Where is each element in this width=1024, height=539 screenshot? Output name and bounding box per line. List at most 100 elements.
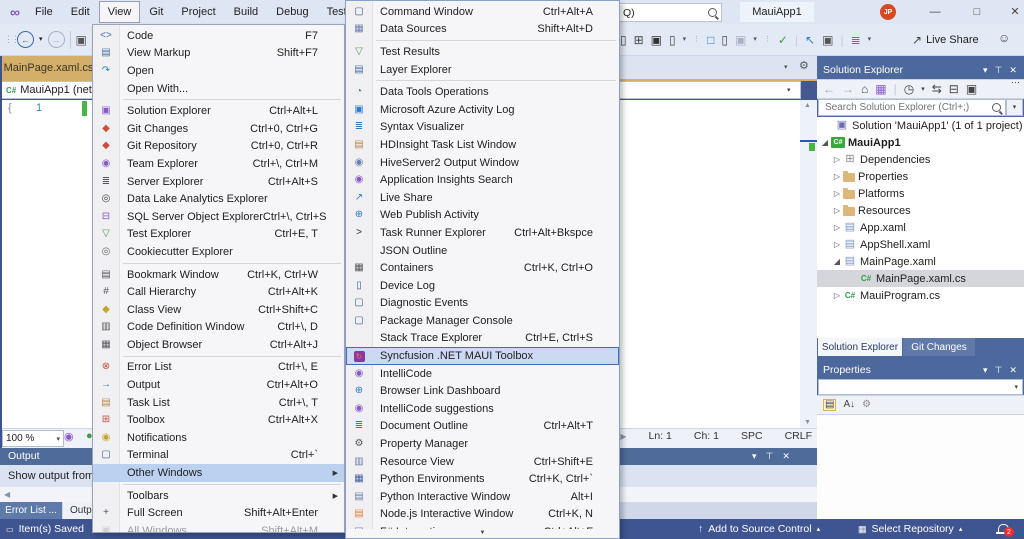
tree-row[interactable]: ▷ Platforms — [817, 185, 1024, 202]
menu-item[interactable]: > Task Runner Explorer Ctrl+Alt+Bkspce — [346, 224, 619, 242]
toolbar-icon[interactable]: | — [795, 34, 798, 46]
se-toolbar-icon[interactable]: ⌂ — [861, 83, 868, 95]
menu-item[interactable]: Open With... — [93, 80, 344, 98]
intellisense-icon[interactable]: ◉ — [64, 430, 74, 443]
toolbar-icon[interactable]: ▣ — [735, 34, 746, 46]
tree-row[interactable]: ◢ C# MauiApp1 — [817, 134, 1024, 151]
menu-bar-item[interactable]: File — [26, 1, 62, 23]
se-overflow-icon[interactable]: ⋯ — [1011, 77, 1020, 88]
menu-item[interactable]: ▥ Code Definition Window Ctrl+\, D — [93, 319, 344, 337]
se-toolbar-icon[interactable]: ▦ — [875, 83, 886, 95]
menu-item[interactable]: ◆ Git Repository Ctrl+0, Ctrl+R — [93, 138, 344, 156]
menu-item[interactable]: ◉ Team Explorer Ctrl+\, Ctrl+M — [93, 155, 344, 173]
split-window-icon[interactable]: + — [805, 82, 811, 94]
hscroll-left-icon[interactable]: ◀ — [4, 490, 10, 499]
expander-icon[interactable]: ▷ — [831, 223, 843, 232]
menu-item[interactable]: ▦ Python Environments Ctrl+K, Ctrl+` — [346, 470, 619, 488]
menu-item[interactable]: ◉ IntelliCode suggestions — [346, 400, 619, 418]
se-dropdown-icon[interactable]: ▾ — [983, 65, 988, 76]
expander-icon[interactable]: ▷ — [831, 189, 843, 198]
tree-row[interactable]: ▷ ▤ AppShell.xaml — [817, 236, 1024, 253]
editor-scrollbar[interactable]: ▲ ▼ — [800, 100, 817, 428]
toolbar-icon[interactable]: ⊞ — [634, 34, 644, 46]
menu-item[interactable]: ◉ Notifications — [93, 429, 344, 447]
menu-item[interactable]: ⚙ Property Manager — [346, 435, 619, 453]
menu-item[interactable]: + Full Screen Shift+Alt+Enter — [93, 504, 344, 522]
tab-options-gear-icon[interactable]: ⚙ — [799, 61, 809, 72]
add-to-source-control-button[interactable]: ↑ Add to Source Control ▴ — [698, 519, 820, 539]
expander-icon[interactable]: ▷ — [831, 155, 843, 164]
menu-item[interactable]: ↻ Syncfusion .NET MAUI Toolbox — [346, 347, 619, 365]
menu-item[interactable]: <> Code F7 — [93, 27, 344, 45]
menu-item[interactable]: ▤ Task List Ctrl+\, T — [93, 394, 344, 412]
menu-item[interactable]: ▤ Bookmark Window Ctrl+K, Ctrl+W — [93, 266, 344, 284]
menu-item[interactable]: Other Windows ▶ — [93, 464, 344, 482]
select-repository-button[interactable]: ▦ Select Repository ▴ — [858, 519, 962, 539]
toolbar-icon[interactable]: ↖ — [805, 34, 815, 46]
menu-item[interactable]: ▣ Microsoft Azure Activity Log — [346, 101, 619, 119]
navigate-back-icon[interactable]: ← — [17, 31, 34, 48]
se-toolbar-icon[interactable]: → — [842, 83, 854, 95]
hscroll-right-icon[interactable]: ▶ — [620, 432, 626, 441]
se-toolbar-icon[interactable]: ⇆ — [932, 83, 942, 95]
toolbar-icon[interactable]: ▾ — [753, 36, 757, 43]
tree-row[interactable]: ▷ ▤ App.xaml — [817, 219, 1024, 236]
tab-solution-explorer[interactable]: Solution Explorer — [818, 338, 902, 356]
menu-item[interactable]: ▤ Layer Explorer — [346, 61, 619, 79]
avatar[interactable]: JP — [880, 4, 896, 20]
menu-item[interactable]: ▽ Test Explorer Ctrl+E, T — [93, 226, 344, 244]
menu-item[interactable]: ◆ Git Changes Ctrl+0, Ctrl+G — [93, 120, 344, 138]
tree-row[interactable]: ▷ Resources — [817, 202, 1024, 219]
menu-bar-item[interactable]: View — [99, 1, 141, 23]
menu-item[interactable]: ◎ Data Lake Analytics Explorer — [93, 190, 344, 208]
menu-item[interactable]: ◆ Class View Ctrl+Shift+C — [93, 301, 344, 319]
menu-bar-item[interactable]: Edit — [62, 1, 99, 23]
scrollbar-up-icon[interactable]: ▲ — [804, 102, 811, 109]
menu-item[interactable]: ◉ HiveServer2 Output Window — [346, 154, 619, 172]
feedback-icon[interactable]: ☺ — [998, 32, 1010, 44]
tree-row[interactable]: ▷ Properties — [817, 168, 1024, 185]
new-file-icon[interactable]: ▣ — [76, 34, 87, 46]
minimize-button[interactable]: — — [920, 0, 950, 24]
solution-search[interactable] — [818, 99, 1006, 116]
expander-icon[interactable]: ▷ — [831, 291, 843, 300]
toolbar-icon[interactable]: ≣ — [851, 34, 861, 46]
properties-toolbar-icon[interactable]: ▤ — [823, 399, 836, 411]
maximize-button[interactable]: □ — [962, 0, 992, 24]
document-tab[interactable]: MainPage.xaml.cs — [2, 56, 95, 79]
menu-bar-item[interactable]: Build — [225, 1, 267, 23]
tab-git-changes[interactable]: Git Changes — [903, 338, 975, 356]
menu-item[interactable]: ▦ Data Sources Shift+Alt+D — [346, 21, 619, 39]
toolbar-icon[interactable]: □ — [707, 34, 714, 46]
tree-row[interactable]: C# MainPage.xaml.cs — [817, 270, 1024, 287]
tree-row[interactable]: ◢ ▤ MainPage.xaml — [817, 253, 1024, 270]
se-toolbar-icon[interactable]: ◷ — [904, 83, 914, 95]
solution-search-input[interactable] — [823, 101, 977, 114]
menu-item[interactable]: ▢ Diagnostic Events — [346, 295, 619, 313]
expander-icon[interactable]: ◢ — [819, 138, 831, 147]
menu-item[interactable]: ▢ Terminal Ctrl+` — [93, 447, 344, 465]
tree-row[interactable]: ▣ Solution 'MauiApp1' (1 of 1 project) — [817, 117, 1024, 134]
properties-toolbar-icon[interactable]: A↓ — [843, 400, 855, 410]
menu-item[interactable]: ▤ Node.js Interactive Window Ctrl+K, N — [346, 506, 619, 524]
menu-item[interactable]: Toolbars ▶ — [93, 487, 344, 505]
props-close-icon[interactable]: ✕ — [1009, 365, 1017, 376]
menu-item[interactable]: ⊕ Web Publish Activity — [346, 207, 619, 225]
back-dropdown-icon[interactable]: ▾ — [39, 36, 43, 43]
menu-item[interactable]: → Output Ctrl+Alt+O — [93, 376, 344, 394]
se-toolbar-icon[interactable]: ⊟ — [949, 83, 959, 95]
props-dropdown-icon[interactable]: ▾ — [983, 365, 988, 376]
menu-item[interactable]: ▣ All Windows Shift+Alt+M — [93, 522, 344, 533]
menu-item[interactable]: ◉ IntelliCode — [346, 365, 619, 383]
menu-item[interactable]: ▽ Test Results — [346, 43, 619, 61]
output-close-icon[interactable]: ✕ — [782, 451, 790, 462]
quick-search-box[interactable]: Q) — [618, 3, 722, 22]
menu-item[interactable]: ▢ Command Window Ctrl+Alt+A — [346, 3, 619, 21]
tree-row[interactable]: ▷ ⊞ Dependencies — [817, 151, 1024, 168]
toolbar-icon[interactable]: ▯ — [669, 34, 676, 46]
toolbar-icon[interactable]: ▾ — [868, 36, 872, 43]
toolbar-icon[interactable]: | — [840, 34, 843, 46]
properties-toolbar-icon[interactable]: ⚙ — [862, 400, 871, 410]
menu-item[interactable]: ≣ Server Explorer Ctrl+Alt+S — [93, 173, 344, 191]
expander-icon[interactable]: ◢ — [831, 257, 843, 266]
